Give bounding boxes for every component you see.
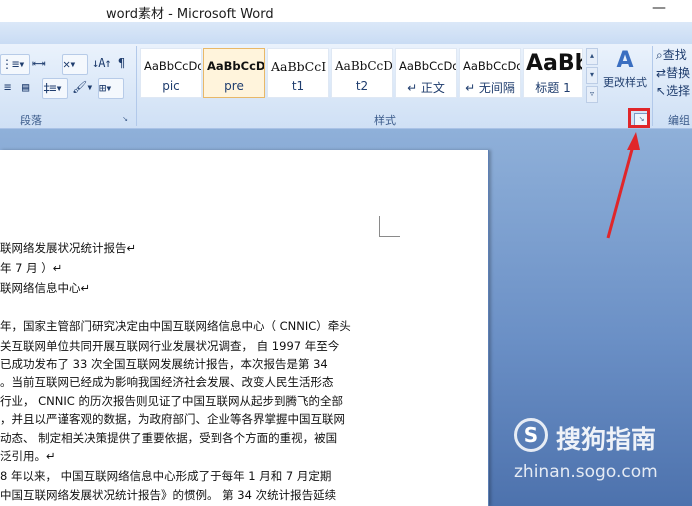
style-name: ↵ 正文 — [407, 81, 445, 95]
style-name: pre — [224, 79, 244, 93]
style-preview: AaBbCcDdI — [399, 59, 457, 73]
editing-group-label: 编组 — [668, 114, 690, 127]
minimize-button[interactable]: — — [652, 0, 666, 16]
style-t2[interactable]: AaBbCcDc t2 — [331, 48, 393, 98]
style-name: pic — [162, 79, 180, 93]
annotation-highlight-box — [628, 108, 650, 128]
replace-button[interactable]: ⇄替换 — [656, 64, 692, 82]
clear-format-button[interactable]: ✕▾ — [62, 54, 88, 75]
sogou-logo-icon: S — [514, 418, 548, 452]
style-preview: AaBbCcDdI — [144, 59, 202, 73]
group-divider — [652, 46, 653, 126]
style-preview: AaBb — [526, 51, 582, 76]
binoculars-icon: ⌕ — [656, 48, 663, 62]
multilevel-list-button[interactable]: ⋮≡▾ — [0, 54, 30, 75]
doc-line: 动态、 制定相关决策提供了重要依据，受到各个方面的重视，被国 — [0, 431, 338, 445]
style-t1[interactable]: AaBbCcI t1 — [267, 48, 329, 98]
editing-group: ⌕查找 ⇄替换 ↖选择 — [656, 46, 692, 100]
doc-line: 年，国家主管部门研究决定由中国互联网络信息中心（ CNNIC）牵头 — [0, 319, 351, 333]
line-spacing-button[interactable]: ‡≡▾ — [42, 78, 68, 99]
change-styles-icon: A — [616, 48, 634, 73]
select-icon: ↖ — [656, 84, 667, 98]
sort-button[interactable]: ↓A↑ — [92, 54, 112, 73]
style-preview: AaBbCcI — [271, 59, 327, 74]
gallery-scroll-down-button[interactable]: ▾ — [586, 67, 598, 84]
style-preview: AaBbCcDd — [207, 59, 265, 73]
change-styles-button[interactable]: A 更改样式 — [600, 48, 650, 104]
paragraph-group-label: 段落 — [20, 114, 42, 127]
doc-line: 行业， CNNIC 的历次报告则见证了中国互联网从起步到腾飞的全部 — [0, 394, 343, 408]
title-bar: word素材 - Microsoft Word — — [0, 0, 692, 22]
window-title: word素材 - Microsoft Word — [106, 7, 274, 22]
borders-button[interactable]: ⊞▾ — [98, 78, 124, 99]
ribbon-tab-strip — [0, 22, 692, 44]
distribute-button[interactable]: ▤ — [22, 78, 29, 97]
style-name: t2 — [355, 79, 369, 93]
find-button[interactable]: ⌕查找 — [656, 46, 692, 64]
watermark-url: zhinan.sogo.com — [514, 462, 658, 482]
watermark-brand: 搜狗指南 — [556, 425, 657, 454]
style-name: t1 — [291, 79, 305, 93]
justify-button[interactable]: ≡ — [4, 78, 11, 97]
style-no-spacing[interactable]: AaBbCcDdI ↵ 无间隔 — [459, 48, 521, 98]
doc-line: 8 年以来， 中国互联网络信息中心形成了于每年 1 月和 7 月定期 — [0, 469, 332, 483]
show-marks-button[interactable]: ¶ — [118, 54, 125, 73]
style-name: ↵ 无间隔 — [465, 81, 515, 95]
doc-line: 已成功发布了 33 次全国互联网发展统计报告，本次报告是第 34 — [0, 357, 328, 371]
select-button[interactable]: ↖选择 — [656, 82, 692, 100]
gallery-scroll-up-button[interactable]: ▴ — [586, 48, 598, 65]
style-name: 标题 1 — [535, 81, 571, 95]
indent-button[interactable]: ⇤⇥ — [32, 54, 45, 73]
change-styles-label: 更改样式 — [603, 76, 647, 89]
styles-gallery: AaBbCcDdI pic AaBbCcDd pre AaBbCcI t1 Aa… — [140, 48, 583, 100]
doc-line: ，并且以严谨客观的数据，为政府部门、企业等各界掌握中国互联网 — [0, 412, 345, 426]
doc-line: 年 7 月 ）↵ — [0, 261, 63, 275]
shading-button[interactable]: 🖌▾ — [72, 78, 93, 97]
doc-line: 联网络信息中心↵ — [0, 281, 91, 295]
gallery-scroll: ▴ ▾ ▿ — [586, 48, 598, 103]
doc-line: 关互联网单位共同开展互联网行业发展状况调查， 自 1997 年至今 — [0, 339, 340, 353]
replace-label: 替换 — [666, 66, 691, 80]
style-heading-1[interactable]: AaBb 标题 1 — [523, 48, 583, 98]
gallery-more-button[interactable]: ▿ — [586, 86, 598, 103]
paragraph-dialog-launcher[interactable]: ↘ — [120, 114, 130, 123]
doc-line: 联网络发展状况统计报告↵ — [0, 241, 137, 255]
style-preview: AaBbCcDc — [335, 59, 393, 73]
annotation-arrow — [606, 132, 640, 239]
doc-line: 泛引用。↵ — [0, 449, 56, 463]
style-pic[interactable]: AaBbCcDdI pic — [140, 48, 202, 98]
margin-corner-mark — [379, 216, 400, 237]
replace-icon: ⇄ — [656, 66, 667, 80]
style-pre[interactable]: AaBbCcDd pre — [203, 48, 265, 98]
ribbon: ⋮≡▾ ⇤⇥ ✕▾ ↓A↑ ¶ ≡ ▤ ‡≡▾ 🖌▾ ⊞▾ 段落 AaBbCcD… — [0, 44, 692, 129]
doc-line: 中国互联网络发展状况统计报告》的惯例。 第 34 次统计报告延续 — [0, 488, 337, 502]
doc-line: 。当前互联网已经成为影响我国经济社会发展、改变人民生活形态 — [0, 375, 334, 389]
find-label: 查找 — [662, 48, 687, 62]
group-divider — [136, 46, 137, 126]
style-normal[interactable]: AaBbCcDdI ↵ 正文 — [395, 48, 457, 98]
style-preview: AaBbCcDdI — [463, 59, 521, 73]
styles-group-label: 样式 — [374, 114, 396, 127]
select-label: 选择 — [666, 84, 691, 98]
